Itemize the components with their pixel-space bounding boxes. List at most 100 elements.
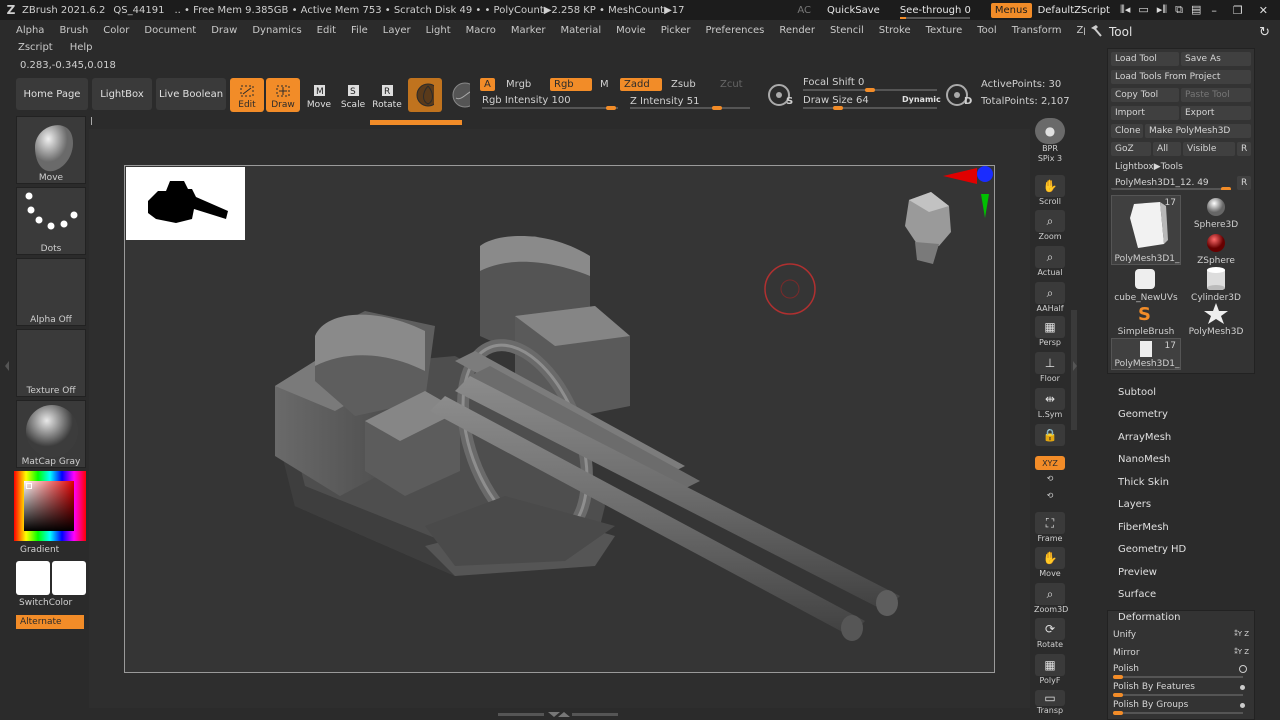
menu-picker[interactable]: Picker <box>661 25 691 36</box>
section-nanomesh[interactable]: NanoMesh <box>1118 454 1170 465</box>
menu-draw[interactable]: Draw <box>211 25 237 36</box>
floor-button[interactable]: ⊥ Floor <box>1034 352 1066 383</box>
tool-thumb-polymesh3d1-b[interactable]: 17 PolyMesh3D1_ <box>1111 338 1181 370</box>
secondary-color-swatch[interactable] <box>52 561 86 595</box>
edit-button[interactable]: Edit <box>230 78 264 112</box>
document-canvas[interactable] <box>124 165 995 673</box>
menu-layer[interactable]: Layer <box>383 25 411 36</box>
section-arraymesh[interactable]: ArrayMesh <box>1118 432 1171 443</box>
polish-by-groups-slider[interactable]: Polish By Groups <box>1113 700 1251 715</box>
menu-dynamics[interactable]: Dynamics <box>252 25 301 36</box>
a-toggle[interactable]: A <box>480 78 495 91</box>
tray-right-icon[interactable]: ▸⦀ <box>1157 3 1167 17</box>
see-through-slider[interactable]: See-through 0 <box>899 5 971 19</box>
polish-mode-icon[interactable] <box>1239 665 1247 673</box>
close-icon[interactable]: ✕ <box>1259 4 1268 17</box>
goz-button[interactable]: GoZ <box>1111 142 1151 156</box>
menu-transform[interactable]: Transform <box>1012 25 1062 36</box>
left-tray-arrow-icon[interactable] <box>4 360 10 372</box>
transp-button[interactable]: ▭ Transp <box>1034 690 1066 715</box>
rotate-z-button[interactable]: ⟲ <box>1034 491 1066 500</box>
zoom-button[interactable]: ⌕ Zoom <box>1034 210 1066 241</box>
polish-slider[interactable]: Polish <box>1113 664 1251 679</box>
minimize-icon[interactable]: – <box>1211 4 1217 17</box>
home-page-button[interactable]: Home Page <box>16 78 88 110</box>
persp-button[interactable]: ▦ Persp <box>1034 316 1066 347</box>
xyz-toggle[interactable]: XYZ <box>1034 456 1066 470</box>
rotate-view-button[interactable]: ⟳ Rotate <box>1034 618 1066 649</box>
menu-color[interactable]: Color <box>103 25 129 36</box>
menu-light[interactable]: Light <box>426 25 451 36</box>
menu-macro[interactable]: Macro <box>466 25 496 36</box>
load-tool-button[interactable]: Load Tool <box>1111 52 1179 66</box>
menus-toggle[interactable]: Menus <box>990 2 1032 18</box>
menu-marker[interactable]: Marker <box>511 25 546 36</box>
frame-button[interactable]: ⛶ Frame <box>1034 512 1066 543</box>
ui-layout-icon[interactable]: ⧉ <box>1175 3 1183 17</box>
move-view-button[interactable]: ✋ Move <box>1034 547 1066 578</box>
alternate-button[interactable]: Alternate <box>16 615 84 629</box>
menu-brush[interactable]: Brush <box>59 25 88 36</box>
z-intensity-slider[interactable] <box>630 106 750 110</box>
draw-size-slider[interactable] <box>803 106 937 110</box>
section-subtool[interactable]: Subtool <box>1118 387 1156 398</box>
menu-zscript[interactable]: Zscript <box>18 42 53 53</box>
tool-thumb-simplebrush[interactable]: S SimpleBrush <box>1111 302 1181 338</box>
ac-button[interactable]: AC <box>797 5 811 16</box>
rotate-y-button[interactable]: ⟲ <box>1034 474 1066 483</box>
section-deformation[interactable]: Deformation <box>1118 612 1180 623</box>
dynamic-toggle[interactable]: Dynamic <box>902 95 941 104</box>
current-tool-r-button[interactable]: R <box>1237 176 1251 190</box>
palette-reset-icon[interactable]: ↻ <box>1259 25 1270 40</box>
polyf-button[interactable]: ▦ PolyF <box>1034 654 1066 685</box>
draw-button[interactable]: Draw <box>266 78 300 112</box>
rgb-toggle[interactable]: Rgb <box>550 78 592 91</box>
m-toggle[interactable]: M <box>600 79 609 90</box>
tool-thumb-cube[interactable]: cube_NewUVs <box>1111 266 1181 303</box>
tool-thumb-polymesh3d[interactable]: PolyMesh3D <box>1181 302 1251 338</box>
tool-thumb-sphere3d[interactable]: Sphere3D <box>1181 195 1251 231</box>
tool-thumb-polymesh3d1[interactable]: 17 PolyMesh3D1_ <box>1111 195 1181 265</box>
tool-thumb-cylinder[interactable]: Cylinder3D <box>1181 266 1251 303</box>
section-geometry-hd[interactable]: Geometry HD <box>1118 544 1186 555</box>
switchcolor-label[interactable]: SwitchColor <box>19 598 72 608</box>
main-color-swatch[interactable] <box>16 561 50 595</box>
section-preview[interactable]: Preview <box>1118 567 1157 578</box>
ui-swap-icon[interactable]: ▤ <box>1191 3 1201 17</box>
right-tray-arrow-icon[interactable] <box>1072 360 1078 372</box>
goz-r-button[interactable]: R <box>1237 142 1251 156</box>
menu-edit[interactable]: Edit <box>317 25 336 36</box>
copy-tool-button[interactable]: Copy Tool <box>1111 88 1179 102</box>
paste-tool-button[interactable]: Paste Tool <box>1181 88 1251 102</box>
zsub-toggle[interactable]: Zsub <box>671 79 696 90</box>
lightbox-button[interactable]: LightBox <box>92 78 152 110</box>
rgb-intensity-slider[interactable] <box>482 106 618 110</box>
lsym-button[interactable]: ⇹ L.Sym <box>1034 388 1066 419</box>
tray-toggle-icon[interactable]: ⦀◂ <box>1120 3 1130 17</box>
spix-slider[interactable]: SPix 3 <box>1034 154 1066 163</box>
axis-gizmo-icon[interactable] <box>937 164 997 224</box>
section-layers[interactable]: Layers <box>1118 499 1151 510</box>
matcap-toggle[interactable] <box>444 78 478 112</box>
default-zscript-button[interactable]: DefaultZScript <box>1038 5 1110 16</box>
actual-button[interactable]: ⌕ Actual <box>1034 246 1066 277</box>
reference-thumbnail[interactable] <box>126 167 245 240</box>
section-fibermesh[interactable]: FiberMesh <box>1118 522 1169 533</box>
section-surface[interactable]: Surface <box>1118 589 1156 600</box>
menu-file[interactable]: File <box>351 25 368 36</box>
mrgb-toggle[interactable]: Mrgb <box>506 79 531 90</box>
gun-turret-model[interactable] <box>125 166 996 674</box>
bpr-button[interactable]: ● BPR <box>1034 118 1066 153</box>
layout-toggle-icon[interactable]: ▭ <box>1138 3 1148 17</box>
material-swatch[interactable] <box>408 78 442 112</box>
menu-document[interactable]: Document <box>144 25 196 36</box>
axis-toggle-icon[interactable]: ⁑Y Z <box>1234 648 1249 656</box>
polish-groups-dot-icon[interactable] <box>1240 703 1245 708</box>
focal-shift-slider[interactable] <box>803 88 937 92</box>
color-picker[interactable] <box>14 471 86 541</box>
polish-features-dot-icon[interactable] <box>1240 685 1245 690</box>
bottom-tray-handle[interactable] <box>498 710 618 718</box>
lightbox-tools-button[interactable]: Lightbox▶Tools <box>1111 160 1251 174</box>
mirror-button[interactable]: Mirror ⁑Y Z <box>1113 648 1251 660</box>
menu-material[interactable]: Material <box>560 25 601 36</box>
